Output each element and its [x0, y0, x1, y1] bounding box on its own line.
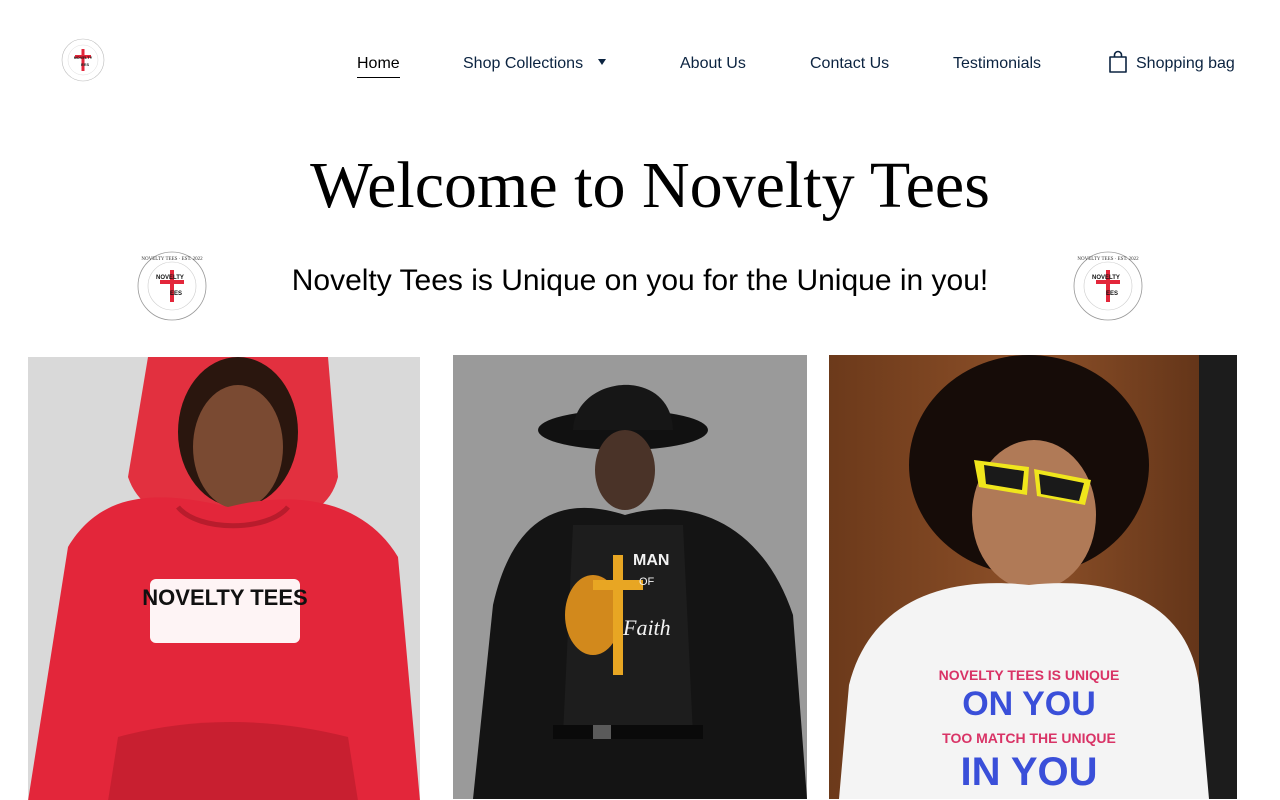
site-header: NOVELTY EES Home Shop Collections About …	[0, 0, 1280, 120]
product-photo-unique-on-you[interactable]: NOVELTY TEES IS UNIQUE ON YOU TOO MATCH …	[829, 355, 1237, 799]
tshirt-print-line2: ON YOU	[962, 685, 1096, 723]
red-hoodie-illustration: NOVELTY TEES	[28, 357, 420, 800]
svg-text:NOVELTY TEES · EST. 2022: NOVELTY TEES · EST. 2022	[141, 257, 203, 262]
svg-text:NOVELTY: NOVELTY	[1092, 275, 1120, 281]
product-photo-man-of-faith[interactable]: MAN OF Faith	[453, 355, 807, 799]
brand-badge-left: NOVELTY EES NOVELTY TEES · EST. 2022	[137, 251, 207, 321]
shirt-print-man: MAN	[633, 552, 669, 569]
shirt-print-faith: Faith	[622, 615, 671, 640]
nav-home[interactable]: Home	[357, 54, 400, 78]
nav-testimonials[interactable]: Testimonials	[953, 54, 1041, 74]
brand-badge-right: NOVELTY EES NOVELTY TEES · EST. 2022	[1073, 251, 1143, 321]
svg-text:EES: EES	[1106, 291, 1118, 297]
svg-text:EES: EES	[170, 291, 182, 297]
tshirt-print-line3: TOO MATCH THE UNIQUE	[942, 730, 1116, 746]
hoodie-print-text: NOVELTY TEES	[142, 585, 307, 610]
svg-text:NOVELTY TEES · EST. 2022: NOVELTY TEES · EST. 2022	[1077, 257, 1139, 262]
main-nav: Home Shop Collections About Us Contact U…	[0, 50, 1280, 78]
shirt-print-of: OF	[639, 576, 655, 588]
hero-tagline: Novelty Tees is Unique on you for the Un…	[291, 264, 989, 297]
nav-shop-collections[interactable]: Shop Collections	[463, 54, 583, 74]
nav-contact-us[interactable]: Contact Us	[810, 54, 889, 74]
product-photo-red-hoodie[interactable]: NOVELTY TEES	[28, 357, 420, 800]
page-title: Welcome to Novelty Tees	[310, 149, 990, 222]
tshirt-print-line1: NOVELTY TEES IS UNIQUE	[939, 667, 1120, 683]
man-of-faith-illustration: MAN OF Faith	[453, 355, 807, 799]
svg-text:NOVELTY: NOVELTY	[156, 275, 184, 281]
nav-shopping-bag[interactable]: Shopping bag	[1136, 54, 1235, 74]
unique-on-you-illustration: NOVELTY TEES IS UNIQUE ON YOU TOO MATCH …	[829, 355, 1237, 799]
chevron-down-icon[interactable]	[598, 59, 606, 65]
tshirt-print-line4: IN YOU	[960, 750, 1097, 794]
nav-about-us[interactable]: About Us	[680, 54, 746, 74]
shopping-bag-icon[interactable]	[1108, 50, 1128, 74]
